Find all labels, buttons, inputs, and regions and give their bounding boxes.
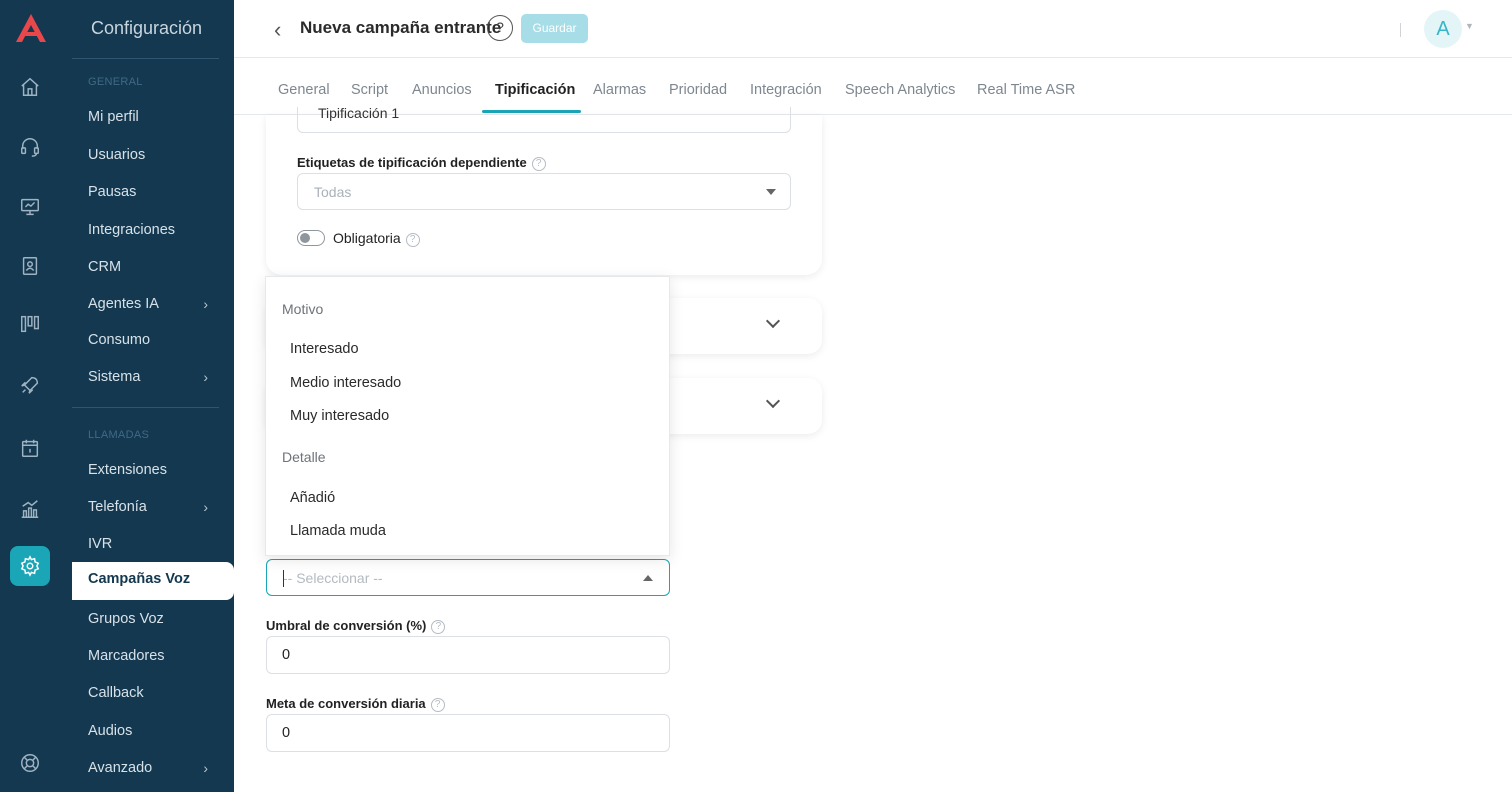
rocket-icon[interactable]	[18, 373, 42, 397]
sidebar-item-crm[interactable]: CRM	[88, 257, 208, 277]
select-value: Tipificación 1	[318, 105, 400, 121]
label-text: Obligatoria	[333, 230, 401, 246]
chevron-down-icon[interactable]	[765, 393, 781, 409]
contact-book-icon[interactable]	[18, 254, 42, 278]
sidebar-item-campanas-voz[interactable]: Campañas Voz	[72, 562, 234, 600]
question-icon[interactable]: ?	[531, 157, 546, 171]
sidebar-item-pausas[interactable]: Pausas	[88, 182, 208, 202]
sidebar-item-label: Avanzado	[88, 760, 153, 776]
label-text: Etiquetas de tipificación dependiente	[297, 155, 527, 170]
tab-anuncios[interactable]: Anuncios	[412, 82, 472, 98]
sidebar-item-label: Sistema	[88, 369, 141, 385]
sidebar-item-callback[interactable]: Callback	[88, 683, 208, 703]
option-medio-interesado[interactable]: Medio interesado	[290, 375, 401, 391]
sidebar-item-grupos-voz[interactable]: Grupos Voz	[88, 609, 208, 629]
sidebar-item-label: Telefonía	[88, 499, 147, 515]
tab-speech-analytics[interactable]: Speech Analytics	[845, 82, 955, 98]
divider	[72, 58, 219, 59]
headset-icon[interactable]	[18, 135, 42, 159]
select-placeholder: -- Seleccionar --	[283, 570, 383, 586]
chevron-right-icon: ›	[203, 499, 208, 515]
calendar-icon[interactable]	[18, 436, 42, 460]
daily-goal-input[interactable]: 0	[266, 714, 670, 752]
sidebar-item-telefonia[interactable]: Telefonía ›	[88, 497, 208, 517]
tab-tipificacion[interactable]: Tipificación	[495, 82, 575, 98]
question-icon[interactable]: ?	[431, 620, 446, 634]
question-icon[interactable]: ?	[405, 233, 420, 247]
settings-icon[interactable]	[10, 546, 50, 586]
tab-integracion[interactable]: Integración	[750, 82, 822, 98]
option-muy-interesado[interactable]: Muy interesado	[290, 408, 389, 424]
kanban-icon[interactable]	[18, 312, 42, 336]
save-button[interactable]: Guardar	[521, 14, 588, 43]
tipificacion-card: Tipificación 1 Etiquetas de tipificación…	[266, 105, 822, 275]
monitor-icon[interactable]	[18, 195, 42, 219]
tipificacion-select[interactable]: Tipificación 1	[297, 105, 791, 133]
icon-rail	[0, 0, 72, 792]
chevron-down-icon[interactable]	[765, 313, 781, 329]
app-logo-icon[interactable]	[14, 12, 48, 44]
sidebar-item-marcadores[interactable]: Marcadores	[88, 646, 208, 666]
caret-down-icon[interactable]: ▼	[1465, 21, 1474, 31]
input-value: 0	[282, 725, 291, 741]
input-value: 0	[282, 647, 291, 663]
conversion-tag-select[interactable]: -- Seleccionar --	[266, 559, 670, 596]
mandatory-toggle[interactable]	[297, 230, 325, 246]
tab-general[interactable]: General	[278, 82, 330, 98]
sidebar-item-label: Campañas Voz	[88, 571, 191, 587]
conversion-threshold-input[interactable]: 0	[266, 636, 670, 674]
back-arrow-icon[interactable]: ‹	[274, 17, 281, 43]
option-group-label: Detalle	[282, 449, 326, 465]
home-icon[interactable]	[18, 75, 42, 99]
question-icon[interactable]: ?	[430, 698, 445, 712]
mandatory-label: Obligatoria?	[333, 230, 420, 247]
caret-down-icon	[766, 189, 776, 195]
sidebar-item-label: Agentes IA	[88, 296, 159, 312]
label-text: Meta de conversión diaria	[266, 696, 426, 711]
tab-alarmas[interactable]: Alarmas	[593, 82, 646, 98]
tab-real-time-asr[interactable]: Real Time ASR	[977, 82, 1075, 98]
divider	[72, 407, 219, 408]
chevron-right-icon: ›	[203, 760, 208, 776]
avatar[interactable]: A	[1424, 10, 1462, 48]
sidebar-title: Configuración	[91, 18, 203, 38]
sidebar-item-audios[interactable]: Audios	[88, 721, 208, 741]
header-bar: ‹ Nueva campaña entrante ? Guardar A ▼	[234, 0, 1512, 58]
daily-goal-label: Meta de conversión diaria?	[266, 696, 445, 712]
chart-icon[interactable]	[18, 497, 42, 521]
section-general: GENERAL	[88, 76, 143, 88]
option-interesado[interactable]: Interesado	[290, 341, 359, 357]
chevron-right-icon: ›	[203, 296, 208, 312]
section-llamadas: LLAMADAS	[88, 429, 150, 441]
settings-sidebar: Configuración GENERAL Mi perfil Usuarios…	[72, 0, 234, 792]
option-llamada-muda[interactable]: Llamada muda	[290, 523, 386, 539]
divider	[1400, 23, 1401, 37]
dependent-tags-select[interactable]: Todas	[297, 173, 791, 210]
sidebar-item-agentes-ia[interactable]: Agentes IA ›	[88, 294, 208, 314]
tab-script[interactable]: Script	[351, 82, 388, 98]
text-cursor	[283, 570, 284, 587]
conversion-threshold-label: Umbral de conversión (%)?	[266, 618, 446, 634]
sidebar-item-avanzado[interactable]: Avanzado ›	[88, 758, 208, 778]
help-button[interactable]: ?	[487, 15, 513, 41]
sidebar-item-mi-perfil[interactable]: Mi perfil	[88, 107, 208, 127]
caret-up-icon	[643, 575, 653, 581]
sidebar-item-extensiones[interactable]: Extensiones	[88, 460, 208, 480]
option-group-label: Motivo	[282, 301, 324, 317]
page-title: Nueva campaña entrante	[300, 18, 502, 37]
tab-prioridad[interactable]: Prioridad	[669, 82, 727, 98]
sidebar-item-consumo[interactable]: Consumo	[88, 330, 208, 350]
option-anadio[interactable]: Añadió	[290, 490, 335, 506]
sidebar-item-usuarios[interactable]: Usuarios	[88, 145, 208, 165]
sidebar-item-sistema[interactable]: Sistema ›	[88, 367, 208, 387]
chevron-right-icon: ›	[203, 369, 208, 385]
sidebar-item-ivr[interactable]: IVR	[88, 534, 208, 554]
sidebar-item-integraciones[interactable]: Integraciones	[88, 220, 208, 240]
label-text: Umbral de conversión (%)	[266, 618, 427, 633]
help-ring-icon[interactable]	[18, 751, 42, 775]
select-dropdown-menu: Motivo Interesado Medio interesado Muy i…	[265, 276, 670, 556]
select-placeholder: Todas	[314, 184, 352, 200]
dependent-tags-label: Etiquetas de tipificación dependiente?	[297, 155, 546, 171]
